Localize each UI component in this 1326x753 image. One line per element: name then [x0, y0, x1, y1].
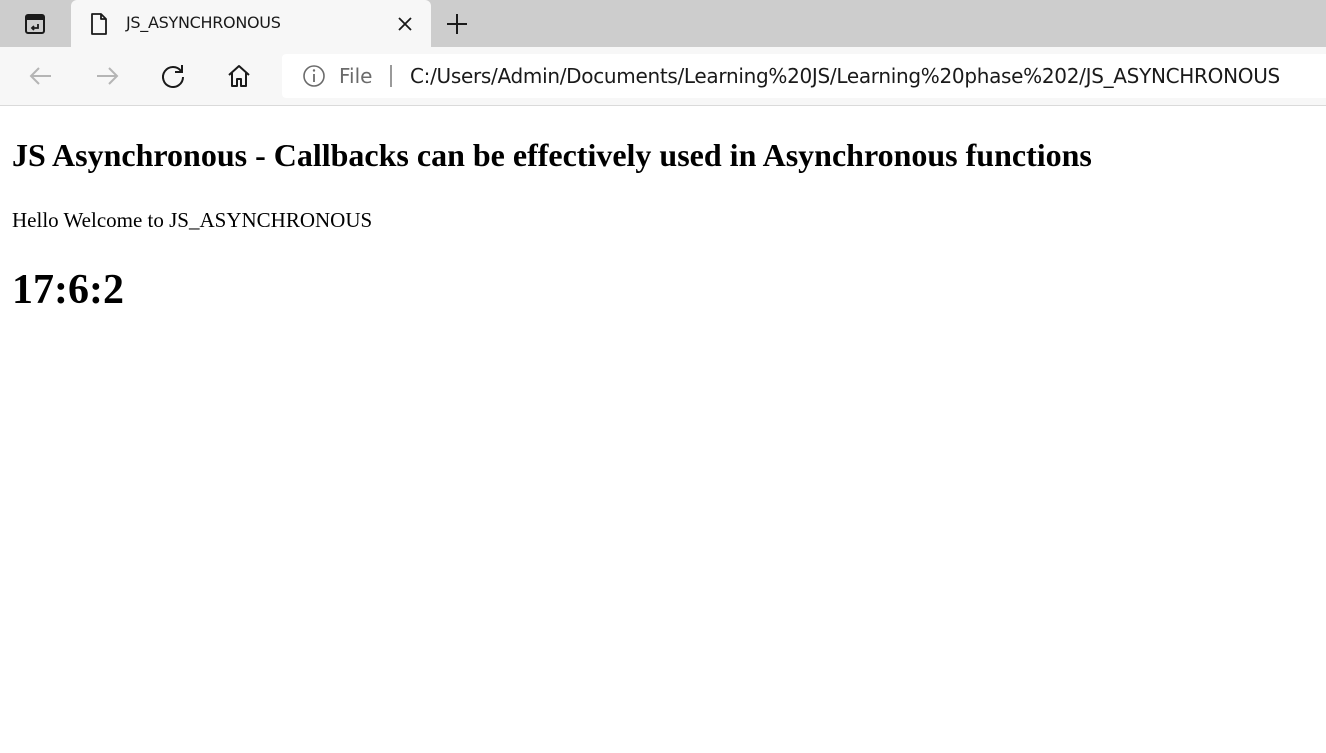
page-heading: JS Asynchronous - Callbacks can be effec… — [12, 137, 1092, 173]
home-button[interactable] — [223, 60, 255, 92]
page-icon — [91, 13, 107, 35]
tab-actions-icon — [25, 13, 45, 34]
url-text[interactable]: C:/Users/Admin/Documents/Learning%20JS/L… — [410, 64, 1280, 88]
tab-title: JS_ASYNCHRONOUS — [126, 13, 281, 32]
address-bar[interactable]: File C:/Users/Admin/Documents/Learning%2… — [282, 54, 1326, 98]
clock-display: 17:6:2 — [12, 267, 124, 313]
forward-button[interactable] — [91, 60, 123, 92]
arrow-left-icon — [29, 67, 51, 85]
browser-toolbar: File C:/Users/Admin/Documents/Learning%2… — [0, 47, 1326, 106]
info-icon[interactable] — [302, 64, 326, 88]
close-icon[interactable] — [395, 14, 415, 34]
arrow-right-icon — [97, 67, 119, 85]
new-tab-button[interactable] — [440, 7, 474, 41]
address-separator — [390, 65, 392, 87]
active-tab[interactable]: JS_ASYNCHRONOUS — [71, 0, 431, 47]
tab-actions-button[interactable] — [0, 0, 70, 47]
browser-window: JS_ASYNCHRONOUS File C:/Users/Admin/Docu… — [0, 0, 1326, 753]
page-content: JS Asynchronous - Callbacks can be effec… — [0, 106, 1326, 753]
home-icon — [228, 65, 250, 87]
tab-strip: JS_ASYNCHRONOUS — [0, 0, 1326, 47]
welcome-text: Hello Welcome to JS_ASYNCHRONOUS — [12, 208, 373, 232]
site-scheme-label: File — [339, 64, 373, 88]
plus-icon — [447, 14, 467, 34]
back-button[interactable] — [25, 60, 57, 92]
refresh-button[interactable] — [157, 60, 189, 92]
refresh-icon — [162, 65, 184, 88]
